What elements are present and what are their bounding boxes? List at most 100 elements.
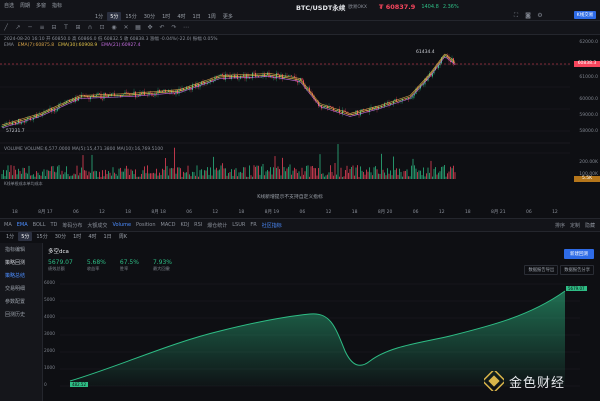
volume-bar xyxy=(93,171,94,179)
y-tick: 62000.0 xyxy=(579,40,598,45)
volume-bar xyxy=(400,171,402,179)
measure-tool-icon[interactable]: ⊞ xyxy=(74,24,82,32)
channel-tool-icon[interactable]: ≡ xyxy=(38,24,46,32)
y-tick: 59000.0 xyxy=(579,113,598,118)
volume-bar xyxy=(69,176,70,179)
menu-item-period[interactable]: 周期 xyxy=(20,2,30,9)
volume-bar xyxy=(48,170,49,179)
volume-bar xyxy=(36,171,37,179)
tf-1m[interactable]: 1分 xyxy=(92,12,106,21)
menu-item-multiwindow[interactable]: 多窗 xyxy=(36,2,46,9)
candle-body xyxy=(238,78,240,80)
tab-chip[interactable]: 筹码分布 xyxy=(62,222,82,229)
magnet-tool-icon[interactable]: ∩ xyxy=(86,24,94,32)
sidebar-item-params[interactable]: 参数配置 xyxy=(0,295,42,308)
grid-tool-icon[interactable]: ▦ xyxy=(134,24,142,32)
volume-bar xyxy=(334,163,336,179)
volume-bar xyxy=(285,171,286,179)
trash-tool-icon[interactable]: ✕ xyxy=(122,24,130,32)
volume-bar xyxy=(63,174,64,179)
candle-body xyxy=(126,92,127,93)
tab-macd[interactable]: MACD xyxy=(161,222,176,228)
subtf-1d[interactable]: 1日 xyxy=(101,232,115,241)
tab-liquidation[interactable]: 爆仓统计 xyxy=(207,222,227,229)
subtf-1m[interactable]: 1分 xyxy=(3,232,17,241)
subtf-5m[interactable]: 5分 xyxy=(18,231,33,241)
volume-bar xyxy=(430,160,432,179)
cursor-tool-icon[interactable]: ✥ xyxy=(146,24,154,32)
volume-bar xyxy=(304,171,306,179)
hide-button[interactable]: 隐藏 xyxy=(585,222,595,229)
y-tick: 60000.0 xyxy=(579,97,598,102)
camera-icon[interactable]: ◙ xyxy=(524,12,532,20)
hline-tool-icon[interactable]: ─ xyxy=(26,24,34,32)
volume-bar xyxy=(283,167,285,179)
subtf-1w[interactable]: 周K xyxy=(116,232,130,241)
menu-item-indicator[interactable]: 指标 xyxy=(52,2,62,9)
subtf-15m[interactable]: 15分 xyxy=(33,232,50,241)
watermark-text: 金色财经 xyxy=(509,375,566,391)
tab-ema[interactable]: EMA xyxy=(17,222,28,228)
text-tool-icon[interactable]: T xyxy=(62,24,70,32)
customize-button[interactable]: 定制 xyxy=(570,222,580,229)
tf-1d[interactable]: 1日 xyxy=(190,12,204,21)
volume-bar xyxy=(427,167,429,179)
sidebar-item-indicator-edit[interactable]: 指标编辑 xyxy=(0,243,42,256)
settings-icon[interactable]: ⚙ xyxy=(536,12,544,20)
sidebar-item-history[interactable]: 回测历史 xyxy=(0,308,42,321)
volume-bar xyxy=(240,171,241,179)
lock-tool-icon[interactable]: ⊡ xyxy=(98,24,106,32)
volume-bar xyxy=(192,171,193,179)
volume-bar xyxy=(291,174,292,179)
eye-tool-icon[interactable]: ◉ xyxy=(110,24,118,32)
tab-large-trades[interactable]: 大额成交 xyxy=(87,222,107,229)
volume-bar xyxy=(204,170,205,179)
tab-position[interactable]: Position xyxy=(136,222,155,228)
menu-item-favorites[interactable]: 自选 xyxy=(4,2,14,9)
volume-bar xyxy=(199,170,201,179)
volume-bar xyxy=(376,169,378,179)
subtf-1h[interactable]: 1时 xyxy=(70,232,84,241)
indicator-tabs: MA EMA BOLL TD 筹码分布 大额成交 Volume Position… xyxy=(0,218,600,232)
tf-more[interactable]: 更多 xyxy=(220,12,236,21)
tab-td[interactable]: TD xyxy=(51,222,58,228)
tab-kdj[interactable]: KDJ xyxy=(181,222,190,228)
tab-lsur[interactable]: LSUR xyxy=(232,222,245,228)
sidebar-item-summary[interactable]: 策略总结 xyxy=(0,269,42,282)
sort-button[interactable]: 排序 xyxy=(555,222,565,229)
candle-body xyxy=(282,74,283,79)
export-report-button[interactable]: 数据报告导出 xyxy=(524,265,559,275)
fullscreen-icon[interactable]: ⛶ xyxy=(512,12,520,20)
undo-tool-icon[interactable]: ↶ xyxy=(158,24,166,32)
volume-bar xyxy=(162,168,163,179)
fib-tool-icon[interactable]: ⊟ xyxy=(50,24,58,32)
more-tool-icon[interactable]: ⋯ xyxy=(182,24,190,32)
tab-boll[interactable]: BOLL xyxy=(33,222,46,228)
subtf-4h[interactable]: 4时 xyxy=(85,232,99,241)
tf-15m[interactable]: 15分 xyxy=(122,12,139,21)
symbol-title[interactable]: BTC/USDT永续 xyxy=(296,2,345,12)
ray-tool-icon[interactable]: ↗ xyxy=(14,24,22,32)
sidebar-item-trades[interactable]: 交易明细 xyxy=(0,282,42,295)
volume-bar xyxy=(381,153,382,179)
subtf-30m[interactable]: 30分 xyxy=(52,232,69,241)
price-axis[interactable]: 62000.0 60838.3 61000.0 60000.0 59000.0 … xyxy=(570,35,600,217)
tab-fr[interactable]: FR xyxy=(250,222,256,228)
tf-4h[interactable]: 4时 xyxy=(174,12,188,21)
sidebar-item-backtest[interactable]: 策略回测 xyxy=(0,256,42,269)
tab-volume[interactable]: Volume xyxy=(112,222,131,228)
tf-5m[interactable]: 5分 xyxy=(107,12,122,21)
share-report-button[interactable]: 数据报告分享 xyxy=(560,265,594,275)
tf-30m[interactable]: 30分 xyxy=(141,12,158,21)
tab-rsi[interactable]: RSI xyxy=(194,222,202,228)
tab-community[interactable]: 社区指标 xyxy=(262,222,282,229)
price-chart[interactable]: 2024-08-20 16:10 开 60850.0 高 60866.0 低 6… xyxy=(0,35,570,217)
tf-1w[interactable]: 1周 xyxy=(205,12,219,21)
volume-note: K线单根成本单均成本 xyxy=(4,181,43,187)
trade-button[interactable]: K线交易 xyxy=(574,11,596,19)
redo-tool-icon[interactable]: ↷ xyxy=(170,24,178,32)
tf-1h[interactable]: 1时 xyxy=(159,12,173,21)
tab-ma[interactable]: MA xyxy=(4,222,12,228)
line-tool-icon[interactable]: ╱ xyxy=(2,24,10,32)
new-backtest-button[interactable]: 新建回测 xyxy=(564,249,594,259)
